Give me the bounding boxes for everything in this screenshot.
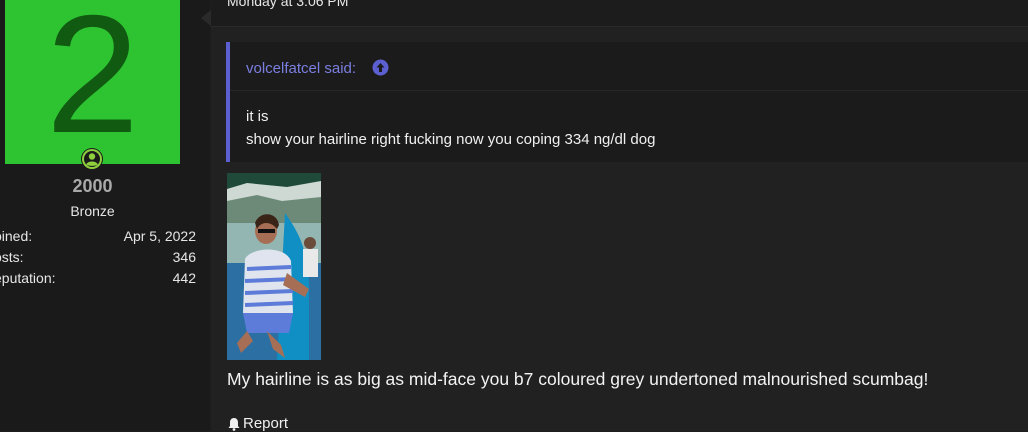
stat-value: Apr 5, 2022 [123,228,196,244]
user-avatar[interactable]: 2 [5,0,180,164]
post-date[interactable]: Monday at 3:06 PM [227,0,348,9]
post-body-text: My hairline is as big as mid-face you b7… [227,369,929,389]
arrow-up-circle-icon[interactable] [372,59,389,76]
username[interactable]: 2000 [0,176,185,197]
bell-icon [228,417,240,431]
quote-author-link[interactable]: volcelfatcel said: [246,60,356,77]
photo-attachment[interactable] [227,173,321,360]
user-online-icon [81,148,103,170]
user-panel: 2 2000 Bronze oined: Apr 5, 2022 osts: 3… [0,0,210,431]
quote-block: volcelfatcel said: it is show your hairl… [226,42,1028,162]
stat-label: eputation: [0,270,56,286]
stat-label: osts: [0,249,24,265]
stat-label: oined: [0,228,33,244]
post-content: Monday at 3:06 PM volcelfatcel said: it … [211,0,1028,432]
quote-line: show your hairline right fucking now you… [246,131,656,148]
user-title: Bronze [70,203,115,219]
report-label: Report [243,415,289,432]
quote-header: volcelfatcel said: [230,42,1028,91]
stat-value: 442 [172,270,196,286]
avatar-letter: 2 [45,0,140,164]
quote-line: it is [246,108,269,125]
stat-value: 346 [172,249,196,265]
quote-body: it is show your hairline right fucking n… [246,105,655,151]
report-link[interactable]: Report [227,415,288,432]
post-header: Monday at 3:06 PM [211,0,1028,27]
